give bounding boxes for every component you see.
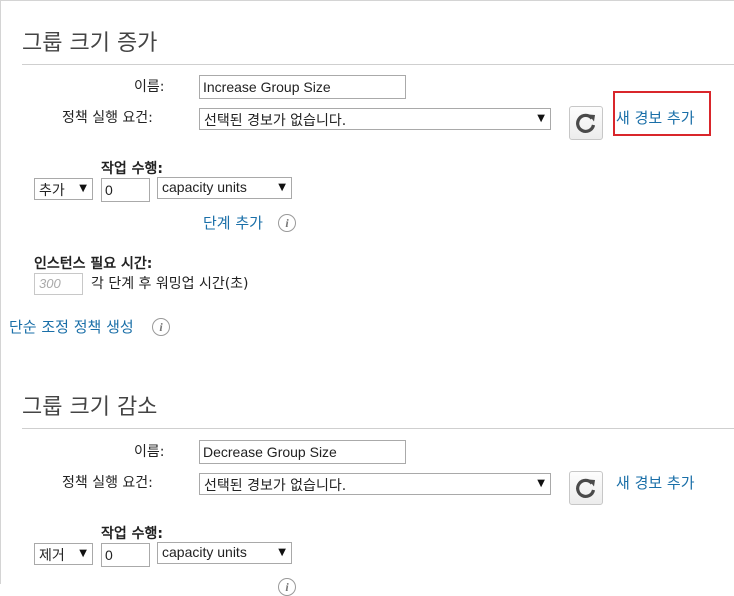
decrease-refresh-button[interactable] bbox=[569, 471, 603, 505]
decrease-name-input[interactable]: Decrease Group Size bbox=[199, 440, 406, 464]
increase-name-input[interactable]: Increase Group Size bbox=[199, 75, 406, 99]
increase-add-alarm-link[interactable]: 새 경보 추가 bbox=[616, 107, 695, 128]
refresh-icon bbox=[576, 113, 596, 133]
decrease-alarm-select[interactable]: 선택된 경보가 없습니다. ▼ bbox=[199, 473, 551, 495]
top-border bbox=[0, 0, 734, 1]
increase-condition-label: 정책 실행 요건: bbox=[62, 110, 153, 126]
decrease-action-select-value: 제거 bbox=[39, 548, 65, 564]
decrease-unit-select-value: capacity units bbox=[162, 544, 247, 560]
decrease-condition-label: 정책 실행 요건: bbox=[62, 475, 153, 491]
decrease-section-divider bbox=[22, 428, 734, 429]
chevron-down-icon: ▼ bbox=[537, 478, 545, 489]
increase-add-step-link[interactable]: 단계 추가 bbox=[203, 212, 263, 233]
increase-unit-select-value: capacity units bbox=[162, 179, 247, 195]
chevron-down-icon: ▼ bbox=[79, 548, 87, 559]
increase-section-divider bbox=[22, 64, 734, 65]
increase-action-select-value: 추가 bbox=[39, 183, 65, 199]
increase-name-label: 이름: bbox=[134, 79, 165, 95]
increase-warmup-input[interactable]: 300 bbox=[34, 273, 83, 295]
info-icon[interactable]: i bbox=[152, 318, 170, 336]
refresh-icon bbox=[576, 478, 596, 498]
decrease-section-title: 그룹 크기 감소 bbox=[22, 395, 158, 420]
increase-section-title: 그룹 크기 증가 bbox=[22, 31, 158, 56]
increase-refresh-button[interactable] bbox=[569, 106, 603, 140]
decrease-action-label: 작업 수행: bbox=[101, 526, 163, 542]
increase-action-select[interactable]: 추가 ▼ bbox=[34, 178, 93, 200]
decrease-action-value-input[interactable]: 0 bbox=[101, 543, 150, 567]
decrease-add-alarm-link[interactable]: 새 경보 추가 bbox=[616, 472, 695, 493]
info-icon[interactable]: i bbox=[278, 578, 296, 596]
increase-warmup-label: 인스턴스 필요 시간: bbox=[34, 256, 153, 272]
increase-action-value-input[interactable]: 0 bbox=[101, 178, 150, 202]
simple-scaling-policy-link[interactable]: 단순 조정 정책 생성 bbox=[9, 316, 134, 337]
increase-warmup-suffix: 각 단계 후 워밍업 시간(초) bbox=[91, 276, 249, 292]
chevron-down-icon: ▼ bbox=[79, 183, 87, 194]
chevron-down-icon: ▼ bbox=[278, 547, 286, 558]
increase-unit-select[interactable]: capacity units ▼ bbox=[157, 177, 292, 199]
decrease-name-label: 이름: bbox=[134, 444, 165, 460]
decrease-alarm-select-value: 선택된 경보가 없습니다. bbox=[204, 478, 347, 494]
decrease-unit-select[interactable]: capacity units ▼ bbox=[157, 542, 292, 564]
decrease-action-select[interactable]: 제거 ▼ bbox=[34, 543, 93, 565]
increase-alarm-select-value: 선택된 경보가 없습니다. bbox=[204, 113, 347, 129]
info-icon[interactable]: i bbox=[278, 214, 296, 232]
chevron-down-icon: ▼ bbox=[278, 182, 286, 193]
increase-alarm-select[interactable]: 선택된 경보가 없습니다. ▼ bbox=[199, 108, 551, 130]
left-border bbox=[0, 0, 1, 584]
chevron-down-icon: ▼ bbox=[537, 113, 545, 124]
increase-action-label: 작업 수행: bbox=[101, 161, 163, 177]
